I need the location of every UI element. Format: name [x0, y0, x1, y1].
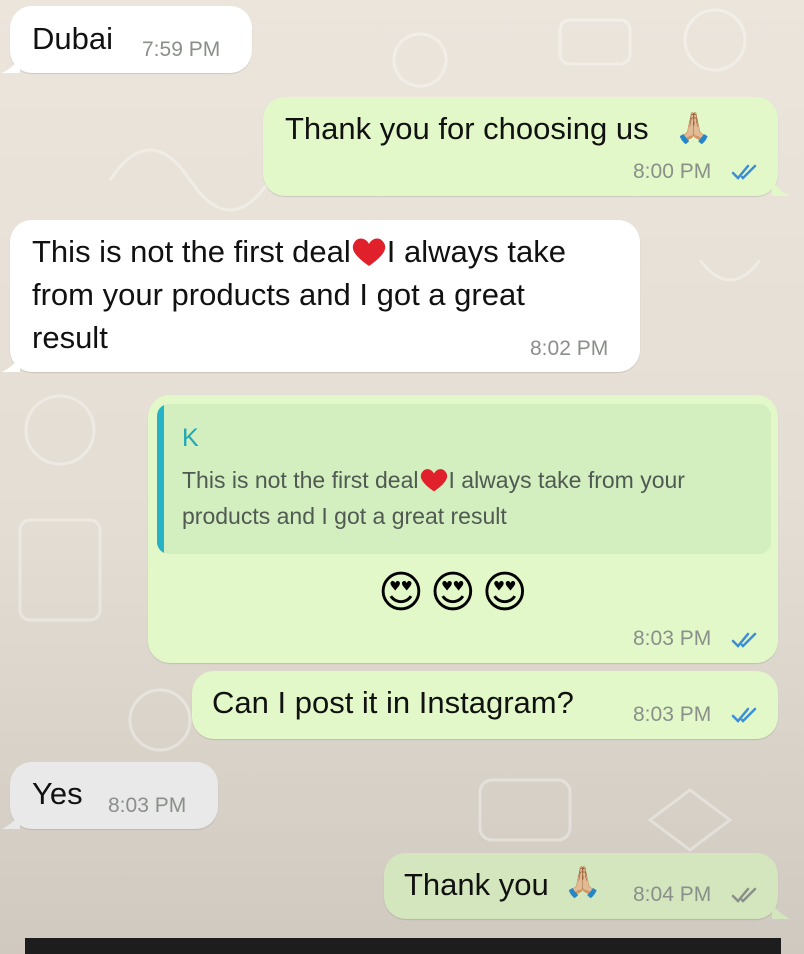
bubble-tail	[2, 813, 20, 829]
bubble-tail	[772, 903, 790, 919]
message-time: 8:03 PM	[633, 627, 712, 650]
outgoing-message[interactable]: Thank you 🙏🏼 8:04 PM	[384, 853, 778, 919]
outgoing-message[interactable]: Thank you for choosing us 🙏🏼 8:00 PM	[263, 97, 778, 196]
message-time: 7:59 PM	[142, 38, 221, 61]
folded-hands-emoji: 🙏🏼	[564, 866, 602, 899]
double-check-icon	[731, 887, 757, 903]
outgoing-message[interactable]: Can I post it in Instagram? 8:03 PM	[192, 671, 778, 739]
message-text: Thank you	[404, 867, 549, 902]
double-check-icon	[731, 164, 757, 180]
incoming-message[interactable]: Yes 8:03 PM	[10, 762, 218, 829]
message-text: Can I post it in Instagram?	[212, 685, 574, 720]
message-time: 8:02 PM	[530, 337, 609, 360]
double-check-icon	[731, 632, 757, 648]
chat-background: Dubai 7:59 PM Thank you for choosing us …	[0, 0, 804, 954]
bubble-tail	[2, 356, 20, 372]
double-check-icon	[731, 707, 757, 723]
cropped-bottom-banner	[25, 938, 781, 954]
quoted-message[interactable]: K This is not the first deal I always tak…	[157, 404, 771, 554]
message-time: 8:03 PM	[108, 794, 187, 817]
bubble-tail	[772, 180, 790, 196]
incoming-message[interactable]: This is not the first deal I always take …	[10, 220, 640, 372]
message-text: Yes	[32, 776, 83, 811]
quoted-author: K	[182, 424, 199, 452]
incoming-message[interactable]: Dubai 7:59 PM	[10, 6, 252, 73]
quote-accent-bar	[157, 404, 164, 554]
quoted-text: This is not the first deal I always take …	[182, 467, 685, 529]
message-time: 8:00 PM	[633, 160, 712, 183]
message-time: 8:04 PM	[633, 883, 712, 906]
heart-eyes-emojis: 😍😍😍	[378, 568, 534, 617]
message-text: Thank you for choosing us	[285, 111, 649, 146]
bubble-tail	[2, 57, 20, 73]
red-heart-icon	[352, 238, 385, 266]
message-text: Dubai	[32, 21, 113, 56]
folded-hands-emoji: 🙏🏼	[675, 112, 713, 145]
message-time: 8:03 PM	[633, 703, 712, 726]
red-heart-icon	[420, 469, 447, 492]
